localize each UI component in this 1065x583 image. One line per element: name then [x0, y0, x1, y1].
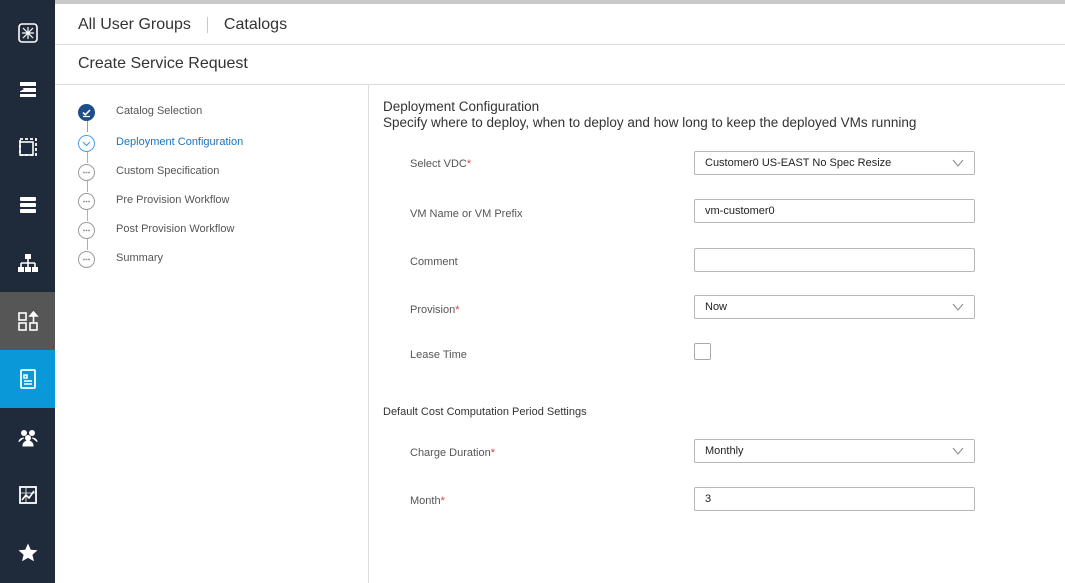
- step-label: Catalog Selection: [116, 105, 203, 117]
- page-title: Create Service Request: [78, 55, 248, 72]
- form-subtitle: Specify where to deploy, when to deploy …: [383, 115, 917, 130]
- charge-duration-value: Monthly: [705, 445, 744, 457]
- step-connector: [87, 151, 88, 163]
- charge-duration-label: Charge Duration*: [410, 447, 495, 459]
- vdc-select-value: Customer0 US-EAST No Spec Resize: [705, 157, 892, 169]
- step-connector: [87, 238, 88, 250]
- title-divider: [55, 84, 1065, 85]
- step-label: Pre Provision Workflow: [116, 194, 230, 206]
- provision-select-value: Now: [705, 301, 728, 313]
- required-mark: *: [466, 158, 472, 170]
- top-border: [55, 0, 1065, 4]
- step-current-icon: [78, 134, 95, 152]
- breadcrumb-separator: [206, 17, 208, 33]
- charge-duration-select[interactable]: Monthly: [694, 439, 975, 463]
- breadcrumb-current[interactable]: Catalogs: [224, 16, 287, 34]
- orchestration-icon[interactable]: [0, 292, 55, 350]
- dashboard-icon[interactable]: [0, 466, 55, 524]
- cost-settings-heading: Default Cost Computation Period Settings: [383, 406, 587, 418]
- step-label: Custom Specification: [116, 165, 220, 177]
- virtual-icon[interactable]: [0, 118, 55, 176]
- required-mark: *: [455, 304, 460, 316]
- chevron-down-icon: [952, 303, 964, 311]
- step-label: Post Provision Workflow: [116, 223, 235, 235]
- provision-select[interactable]: Now: [694, 295, 975, 319]
- lease-time-checkbox[interactable]: [694, 343, 711, 360]
- vm-name-value: vm-customer0: [705, 205, 775, 217]
- step-deployment-configuration[interactable]: Deployment Configuration: [78, 134, 243, 152]
- step-post-provision-workflow[interactable]: Post Provision Workflow: [78, 221, 234, 239]
- step-label: Summary: [116, 252, 164, 264]
- step-check-icon: [78, 103, 95, 121]
- step-pre-provision-workflow[interactable]: Pre Provision Workflow: [78, 192, 230, 210]
- form-header: Deployment Configuration Specify where t…: [383, 99, 916, 131]
- month-value: 3: [705, 493, 712, 505]
- physical-icon[interactable]: [0, 176, 55, 234]
- required-mark: *: [490, 447, 495, 459]
- cloud-services-icon[interactable]: [0, 60, 55, 118]
- vdc-label: Select VDC*: [410, 158, 472, 170]
- lease-time-label: Lease Time: [410, 349, 467, 361]
- step-pending-icon: [78, 221, 95, 239]
- month-input[interactable]: 3: [694, 487, 975, 511]
- vdc-select[interactable]: Customer0 US-EAST No Spec Resize: [694, 151, 975, 175]
- comment-input[interactable]: [694, 248, 975, 272]
- step-custom-specification[interactable]: Custom Specification: [78, 163, 219, 181]
- month-label: Month*: [410, 495, 445, 507]
- step-pending-icon: [78, 192, 95, 210]
- vm-name-input[interactable]: vm-customer0: [694, 199, 975, 223]
- favorites-icon[interactable]: [0, 524, 55, 582]
- breadcrumb: All User Groups Catalogs: [78, 16, 287, 34]
- provision-label: Provision*: [410, 304, 460, 316]
- network-icon[interactable]: [0, 234, 55, 292]
- catalog-icon[interactable]: [0, 350, 55, 408]
- app-logo-icon[interactable]: [0, 4, 55, 62]
- comment-label: Comment: [410, 256, 458, 268]
- breadcrumb-divider: [55, 44, 1065, 45]
- step-connector: [87, 180, 88, 192]
- step-label: Deployment Configuration: [116, 136, 244, 148]
- step-summary[interactable]: Summary: [78, 250, 163, 268]
- form-title: Deployment Configuration: [383, 99, 540, 114]
- chevron-down-icon: [952, 159, 964, 167]
- wizard-divider: [368, 85, 369, 583]
- step-pending-icon: [78, 163, 95, 181]
- groups-icon[interactable]: [0, 408, 55, 466]
- step-catalog-selection[interactable]: Catalog Selection: [78, 103, 202, 121]
- chevron-down-icon: [952, 447, 964, 455]
- left-nav-rail: [0, 0, 55, 583]
- breadcrumb-root-link[interactable]: All User Groups: [78, 16, 191, 34]
- step-connector: [87, 209, 88, 221]
- step-pending-icon: [78, 250, 95, 268]
- required-mark: *: [440, 495, 445, 507]
- vm-name-label: VM Name or VM Prefix: [410, 208, 523, 220]
- step-connector: [87, 120, 88, 132]
